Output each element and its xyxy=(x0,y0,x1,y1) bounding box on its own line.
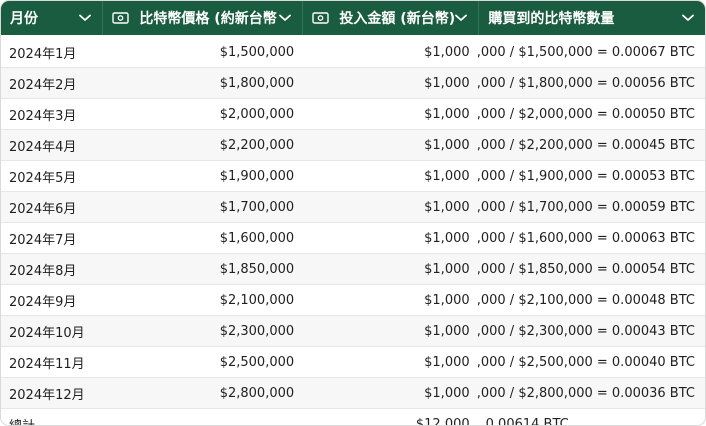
invest-cell: $1,000 xyxy=(424,168,470,184)
month-cell: 2024年1月 xyxy=(9,46,77,62)
invest-cell: $1,000 xyxy=(424,199,470,215)
month-cell: 2024年3月 xyxy=(9,108,77,124)
month-cell: 2024年6月 xyxy=(9,201,77,217)
month-cell: 2024年8月 xyxy=(9,263,77,279)
btc-cell: $1,000 / $1,500,000 = 0.00067 BTC xyxy=(477,44,695,60)
invest-cell: $1,000 xyxy=(424,323,470,339)
price-cell: $2,100,000 xyxy=(219,292,295,308)
btc-cell: $1,000 / $1,700,000 = 0.00059 BTC xyxy=(477,199,695,215)
btc-cell: $1,000 / $1,800,000 = 0.00056 BTC xyxy=(477,75,695,91)
money-icon xyxy=(112,12,130,24)
month-cell: 2024年2月 xyxy=(9,77,77,93)
table-row[interactable]: 2024年2月 $1,800,000 $1,000 $1,000 / $1,800,0… xyxy=(1,68,705,99)
invest-cell: $1,000 xyxy=(424,75,470,91)
money-icon xyxy=(312,12,330,24)
header-price-label: 比特幣價格 (約新台幣) xyxy=(139,11,279,27)
price-cell: $2,800,000 xyxy=(219,385,295,401)
month-cell: 2024年11月 xyxy=(9,356,85,372)
month-cell: 2024年12月 xyxy=(9,387,85,403)
invest-cell: $1,000 xyxy=(424,44,470,60)
table-header: 月份 比特幣價格 (約新台幣) 投入金額 (新台幣) 購買到的比特幣數量 xyxy=(1,1,705,35)
btc-cell: $1,000 / $2,500,000 = 0.00040 BTC xyxy=(477,354,695,370)
price-cell: $1,500,000 xyxy=(219,44,295,60)
btc-cell: $1,000 / $1,900,000 = 0.00053 BTC xyxy=(477,168,695,184)
btc-cell: $1,000 / $1,600,000 = 0.00063 BTC xyxy=(477,230,695,246)
total-invest-cell: $12,000 xyxy=(415,416,470,426)
chevron-down-icon[interactable] xyxy=(681,11,695,25)
table-row[interactable]: 2024年5月 $1,900,000 $1,000 $1,000 / $1,900,0… xyxy=(1,161,705,192)
table-row[interactable]: 2024年11月 $2,500,000 $1,000 $1,000 / $2,500,… xyxy=(1,347,705,378)
price-cell: $1,700,000 xyxy=(219,199,295,215)
table-row[interactable]: 2024年9月 $2,100,000 $1,000 $1,000 / $2,100,0… xyxy=(1,285,705,316)
table-row[interactable]: 2024年6月 $1,700,000 $1,000 $1,000 / $1,700,0… xyxy=(1,192,705,223)
table-row[interactable]: 2024年10月 $2,300,000 $1,000 $1,000 / $2,300,… xyxy=(1,316,705,347)
invest-cell: $1,000 xyxy=(424,106,470,122)
price-cell: $2,200,000 xyxy=(219,137,295,153)
price-cell: $1,600,000 xyxy=(219,230,295,246)
total-row[interactable]: 總計 $12,000 0.00614 BTC xyxy=(1,409,705,426)
month-cell: 2024年5月 xyxy=(9,170,77,186)
price-cell: $2,300,000 xyxy=(219,323,295,339)
btc-cell: $1,000 / $2,100,000 = 0.00048 BTC xyxy=(477,292,695,308)
price-cell: $2,500,000 xyxy=(219,354,295,370)
data-table: 月份 比特幣價格 (約新台幣) 投入金額 (新台幣) 購買到的比特幣數量 202… xyxy=(0,0,706,426)
price-cell: $2,000,000 xyxy=(219,106,295,122)
price-cell: $1,800,000 xyxy=(219,75,295,91)
month-cell: 2024年7月 xyxy=(9,232,77,248)
btc-cell: $1,000 / $1,850,000 = 0.00054 BTC xyxy=(477,261,695,277)
price-cell: $1,850,000 xyxy=(219,261,295,277)
header-invest-label: 投入金額 (新台幣) xyxy=(339,11,455,27)
invest-cell: $1,000 xyxy=(424,354,470,370)
invest-cell: $1,000 xyxy=(424,230,470,246)
month-cell: 2024年9月 xyxy=(9,294,77,310)
table-row[interactable]: 2024年12月 $2,800,000 $1,000 $1,000 / $2,800,… xyxy=(1,378,705,409)
total-label: 總計 xyxy=(9,418,36,426)
header-month-label: 月份 xyxy=(10,11,38,27)
btc-cell: $1,000 / $2,300,000 = 0.00043 BTC xyxy=(477,323,695,339)
invest-cell: $1,000 xyxy=(424,385,470,401)
btc-cell: $1,000 / $2,200,000 = 0.00045 BTC xyxy=(477,137,695,153)
table-body: 2024年1月 $1,500,000 $1,000 $1,000 / $1,500,0… xyxy=(1,37,705,409)
chevron-down-icon[interactable] xyxy=(278,11,292,25)
total-btc-cell: 0.00614 BTC xyxy=(485,416,569,426)
table-row[interactable]: 2024年8月 $1,850,000 $1,000 $1,000 / $1,850,0… xyxy=(1,254,705,285)
table-row[interactable]: 2024年4月 $2,200,000 $1,000 $1,000 / $2,200,0… xyxy=(1,130,705,161)
chevron-down-icon[interactable] xyxy=(78,11,92,25)
btc-cell: $1,000 / $2,000,000 = 0.00050 BTC xyxy=(477,106,695,122)
header-btc-label: 購買到的比特幣數量 xyxy=(488,11,615,27)
header-price[interactable]: 比特幣價格 (約新台幣) xyxy=(102,1,302,35)
table-row[interactable]: 2024年7月 $1,600,000 $1,000 $1,000 / $1,600,0… xyxy=(1,223,705,254)
total-price-cell xyxy=(103,409,302,425)
month-cell: 2024年10月 xyxy=(9,325,85,341)
price-cell: $1,900,000 xyxy=(219,168,295,184)
table-row[interactable]: 2024年3月 $2,000,000 $1,000 $1,000 / $2,000,0… xyxy=(1,99,705,130)
chevron-down-icon[interactable] xyxy=(454,11,468,25)
invest-cell: $1,000 xyxy=(424,261,470,277)
table-row[interactable]: 2024年1月 $1,500,000 $1,000 $1,000 / $1,500,0… xyxy=(1,37,705,68)
invest-cell: $1,000 xyxy=(424,292,470,308)
header-month[interactable]: 月份 xyxy=(1,1,102,35)
month-cell: 2024年4月 xyxy=(9,139,77,155)
header-btc[interactable]: 購買到的比特幣數量 xyxy=(478,1,705,35)
header-invest[interactable]: 投入金額 (新台幣) xyxy=(302,1,478,35)
invest-cell: $1,000 xyxy=(424,137,470,153)
btc-cell: $1,000 / $2,800,000 = 0.00036 BTC xyxy=(477,385,695,401)
